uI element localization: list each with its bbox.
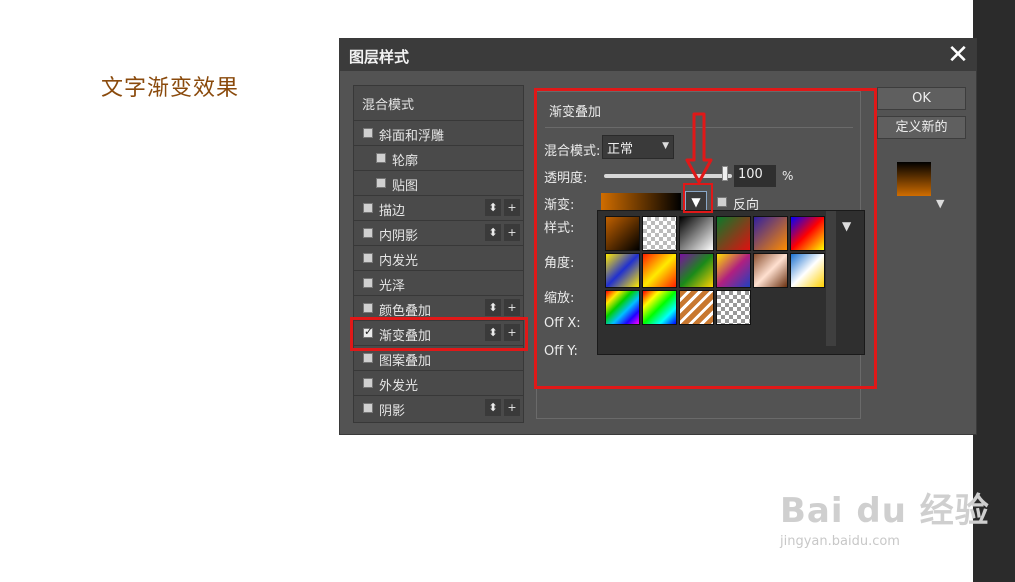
highlight-dropdown-button xyxy=(683,183,713,213)
style-item-checkbox[interactable] xyxy=(376,153,386,163)
style-item-checkbox[interactable] xyxy=(363,403,373,413)
close-icon[interactable]: ✕ xyxy=(943,40,973,70)
style-item-checkbox[interactable] xyxy=(363,278,373,288)
add-icon[interactable]: + xyxy=(504,299,520,316)
style-item-label: 光泽 xyxy=(379,279,406,294)
style-item[interactable]: 内阴影 ⬍ + xyxy=(354,220,523,245)
style-list-header[interactable]: 混合模式 xyxy=(354,86,523,120)
reorder-icon[interactable]: ⬍ xyxy=(485,399,501,416)
add-icon[interactable]: + xyxy=(504,199,520,216)
style-item-checkbox[interactable] xyxy=(363,128,373,138)
style-item-label: 外发光 xyxy=(379,379,419,394)
style-item-label: 描边 xyxy=(379,204,406,219)
dialog-titlebar: 图层样式 ✕ xyxy=(340,39,976,71)
style-item[interactable]: 内发光 xyxy=(354,245,523,270)
style-item-label: 斜面和浮雕 xyxy=(379,129,445,144)
reorder-icon[interactable]: ⬍ xyxy=(485,299,501,316)
style-item-checkbox[interactable] xyxy=(363,353,373,363)
style-item-checkbox[interactable] xyxy=(363,203,373,213)
style-item-checkbox[interactable] xyxy=(363,253,373,263)
style-item-label: 内阴影 xyxy=(379,229,419,244)
new-style-button[interactable]: 定义新的 xyxy=(877,116,966,139)
style-item-checkbox[interactable] xyxy=(363,228,373,238)
style-preview xyxy=(897,162,931,196)
reorder-icon[interactable]: ⬍ xyxy=(485,199,501,216)
style-item-label: 轮廓 xyxy=(392,154,419,169)
watermark-logo: Bai du 经验 xyxy=(780,491,990,531)
style-item-label: 贴图 xyxy=(392,179,419,194)
highlight-gradient-overlay-item xyxy=(350,317,528,351)
add-icon[interactable]: + xyxy=(504,399,520,416)
style-item[interactable]: 阴影 ⬍ + xyxy=(354,395,523,420)
preview-menu-icon[interactable]: ▼ xyxy=(936,197,944,210)
page-heading: 文字渐变效果 xyxy=(101,76,240,101)
style-list: 混合模式 斜面和浮雕轮廓贴图描边⬍+内阴影⬍+内发光光泽颜色叠加⬍+渐变叠加⬍+… xyxy=(353,85,524,423)
style-item-checkbox[interactable] xyxy=(363,378,373,388)
style-item[interactable]: 轮廓 xyxy=(354,145,523,170)
dialog-title: 图层样式 xyxy=(349,48,410,66)
add-icon[interactable]: + xyxy=(504,224,520,241)
style-item[interactable]: 外发光 xyxy=(354,370,523,395)
style-item[interactable]: 光泽 xyxy=(354,270,523,295)
watermark: Bai du 经验 jingyan.baidu.com xyxy=(780,483,990,549)
style-item[interactable]: 描边 ⬍ + xyxy=(354,195,523,220)
style-item[interactable]: 斜面和浮雕 xyxy=(354,120,523,145)
style-item-checkbox[interactable] xyxy=(376,178,386,188)
style-item[interactable]: 贴图 xyxy=(354,170,523,195)
style-item-checkbox[interactable] xyxy=(363,303,373,313)
ok-button[interactable]: OK xyxy=(877,87,966,110)
style-list-header-label: 混合模式 xyxy=(362,98,415,113)
watermark-url: jingyan.baidu.com xyxy=(780,534,900,549)
style-item-label: 内发光 xyxy=(379,254,419,269)
style-item-label: 阴影 xyxy=(379,404,406,419)
down-arrow-icon xyxy=(685,112,713,184)
style-item-label: 图案叠加 xyxy=(379,354,432,369)
reorder-icon[interactable]: ⬍ xyxy=(485,224,501,241)
